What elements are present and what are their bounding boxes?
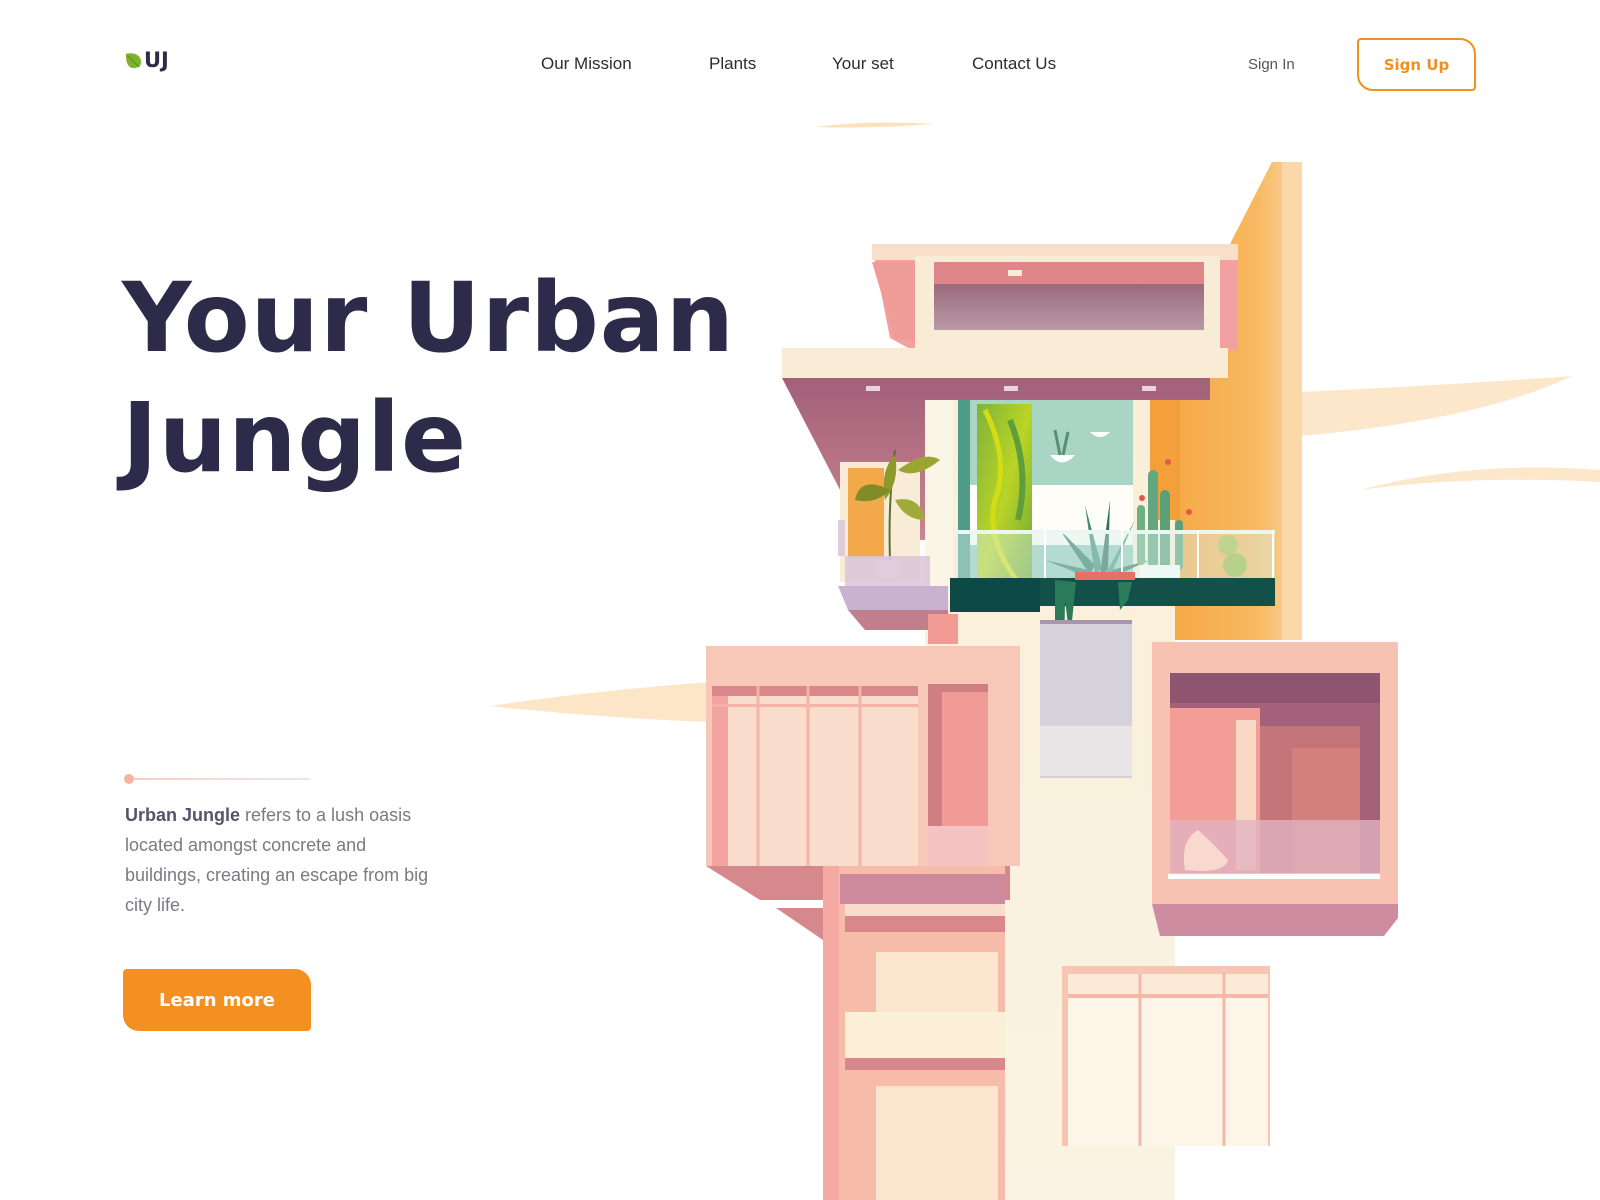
- cloud-left: [490, 682, 710, 722]
- hero-description: Urban Jungle refers to a lush oasis loca…: [125, 800, 445, 920]
- nav-plants[interactable]: Plants: [709, 54, 756, 74]
- divider-line: [126, 778, 310, 780]
- logo[interactable]: UJ: [124, 50, 169, 71]
- learn-more-button[interactable]: Learn more: [123, 969, 311, 1031]
- hero-title-line2: Jungle: [122, 382, 468, 494]
- agave-plant: [1045, 500, 1150, 578]
- cloud-right-1: [1300, 376, 1572, 436]
- cactus-plant: [1137, 459, 1247, 577]
- logo-text: UJ: [144, 48, 169, 72]
- cloud-top: [815, 122, 935, 128]
- sign-up-button[interactable]: Sign Up: [1357, 38, 1476, 91]
- sign-in-link[interactable]: Sign In: [1248, 56, 1295, 73]
- hero-title: Your Urban Jungle: [122, 258, 762, 498]
- orange-wall: [1150, 162, 1302, 640]
- nav-contact-us[interactable]: Contact Us: [972, 54, 1056, 74]
- divider-dot: [124, 774, 134, 784]
- description-highlight: Urban Jungle: [125, 805, 241, 825]
- nav-your-set[interactable]: Your set: [832, 54, 894, 74]
- leaf-icon: [125, 53, 142, 69]
- hero-title-line1: Your Urban: [122, 262, 735, 374]
- nav-our-mission[interactable]: Our Mission: [541, 54, 632, 74]
- cloud-right-2: [1360, 467, 1600, 490]
